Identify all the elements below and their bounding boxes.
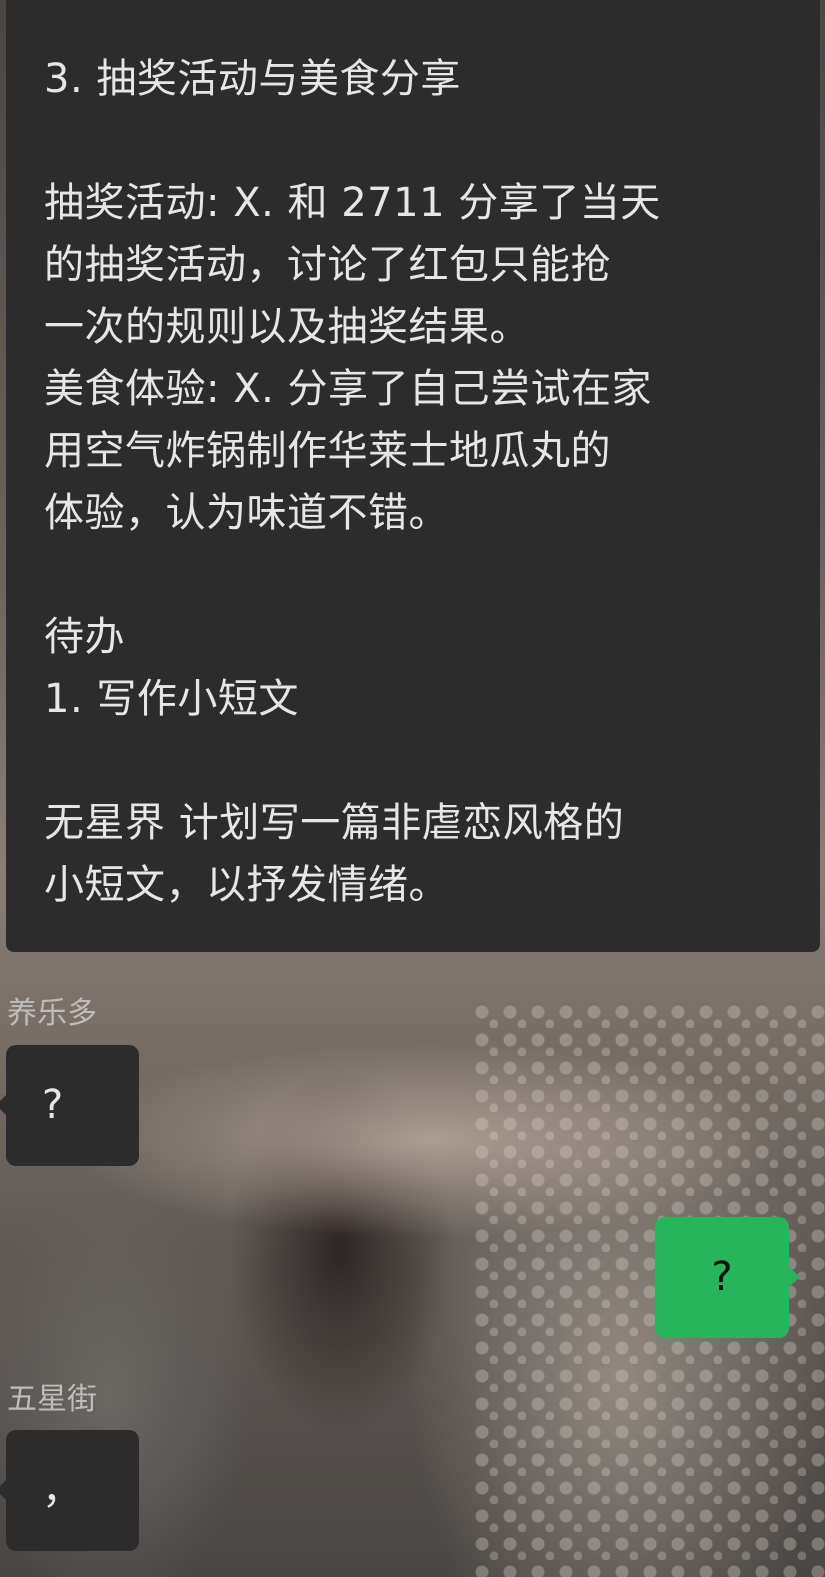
message-line: 小短文，以抒发情绪。 <box>44 862 449 908</box>
incoming-message-bubble[interactable]: ? <box>0 1045 139 1166</box>
message-line: 无星界 计划写一篇非虐恋风格的 <box>44 800 625 846</box>
message-line: 待办 <box>44 614 125 660</box>
message-line: 的抽奖活动，讨论了红包只能抢 <box>44 242 611 288</box>
message-text: ， <box>42 1467 82 1513</box>
message-line: 抽奖活动: X. 和 2711 分享了当天 <box>44 180 661 226</box>
message-line: 体验，认为味道不错。 <box>44 490 449 536</box>
message-line: 用空气炸锅制作华莱士地瓜丸的 <box>44 428 611 474</box>
sender-name: 五星街 <box>7 1382 97 1417</box>
sender-name: 养乐多 <box>7 996 97 1031</box>
message-line: 1. 写作小短文 <box>44 676 299 722</box>
incoming-message-bubble[interactable]: ， <box>0 1430 139 1551</box>
message-text: ? <box>42 1082 64 1128</box>
message-text: ? <box>711 1254 733 1300</box>
summary-message-bubble[interactable]: 3. 抽奖活动与美食分享 抽奖活动: X. 和 2711 分享了当天 的抽奖活动… <box>6 0 820 952</box>
message-line: 美食体验: X. 分享了自己尝试在家 <box>44 366 653 412</box>
message-line: 一次的规则以及抽奖结果。 <box>44 304 530 350</box>
outgoing-message-bubble[interactable]: ? <box>655 1217 800 1338</box>
message-line: 3. 抽奖活动与美食分享 <box>44 56 461 102</box>
